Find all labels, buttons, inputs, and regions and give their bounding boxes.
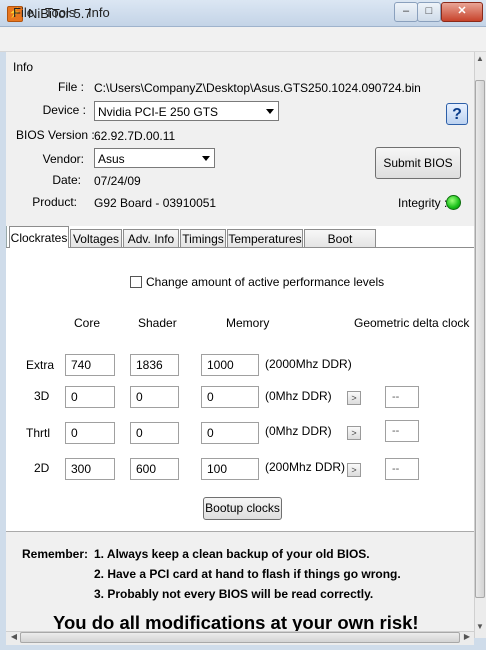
3d-memory-input[interactable]: 0 bbox=[201, 386, 259, 408]
bios-version-value: 62.92.7D.00.11 bbox=[94, 129, 176, 143]
maximize-button[interactable]: □ bbox=[417, 2, 441, 22]
2d-delta-arrow-button[interactable]: > bbox=[347, 463, 361, 477]
row-label-extra: Extra bbox=[26, 358, 55, 372]
menu-tools[interactable]: Tools bbox=[45, 5, 75, 20]
scroll-right-arrow-icon[interactable]: ▶ bbox=[461, 632, 473, 643]
remember-line-3: 3. Probably not every BIOS will be read … bbox=[94, 587, 374, 601]
2d-shader-input[interactable]: 600 bbox=[130, 458, 179, 480]
extra-ddr-label: (2000Mhz DDR) bbox=[265, 357, 352, 371]
menu-file[interactable]: File bbox=[13, 5, 34, 20]
2d-memory-input[interactable]: 100 bbox=[201, 458, 259, 480]
menu-info[interactable]: Info bbox=[88, 5, 110, 20]
extra-memory-input[interactable]: 1000 bbox=[201, 354, 259, 376]
core-header: Core bbox=[74, 316, 101, 330]
info-section-title: Info bbox=[13, 60, 34, 74]
row-label-3d: 3D bbox=[34, 389, 50, 403]
date-label: Date: bbox=[52, 173, 81, 187]
device-select-value: Nvidia PCI-E 250 GTS bbox=[98, 105, 219, 119]
thrtl-memory-input[interactable]: 0 bbox=[201, 422, 259, 444]
scroll-down-arrow-icon[interactable]: ▼ bbox=[475, 622, 485, 634]
thrtl-core-input[interactable]: 0 bbox=[65, 422, 115, 444]
thrtl-shader-input[interactable]: 0 bbox=[130, 422, 179, 444]
thrtl-delta-input[interactable]: -- bbox=[385, 420, 419, 442]
bios-version-label: BIOS Version : bbox=[16, 128, 95, 142]
vendor-select[interactable]: Asus bbox=[94, 148, 215, 168]
3d-core-input[interactable]: 0 bbox=[65, 386, 115, 408]
shader-header: Shader bbox=[138, 316, 177, 330]
vendor-label: Vendor: bbox=[42, 152, 84, 166]
thrtl-ddr-label: (0Mhz DDR) bbox=[265, 424, 332, 438]
tab-adv-info[interactable]: Adv. Info bbox=[123, 229, 179, 247]
tab-timings[interactable]: Timings bbox=[180, 229, 226, 247]
thrtl-delta-arrow-button[interactable]: > bbox=[347, 426, 361, 440]
date-value: 07/24/09 bbox=[94, 174, 141, 188]
file-label: File : bbox=[57, 80, 84, 94]
3d-delta-input[interactable]: -- bbox=[385, 386, 419, 408]
scroll-up-arrow-icon[interactable]: ▲ bbox=[475, 54, 485, 66]
scroll-left-arrow-icon[interactable]: ◀ bbox=[8, 632, 20, 643]
change-levels-checkbox[interactable] bbox=[130, 276, 142, 288]
menu-bar bbox=[0, 27, 486, 52]
row-label-thrtl: Thrtl bbox=[26, 426, 50, 440]
file-path: C:\Users\CompanyZ\Desktop\Asus.GTS250.10… bbox=[94, 81, 421, 95]
tab-boot-settings[interactable]: Boot Settings bbox=[304, 229, 376, 264]
extra-core-input[interactable]: 740 bbox=[65, 354, 115, 376]
device-label: Device : bbox=[42, 103, 86, 117]
product-value: G92 Board - 03910051 bbox=[94, 196, 217, 210]
vendor-select-value: Asus bbox=[98, 152, 125, 166]
integrity-label: Integrity : bbox=[398, 196, 448, 210]
remember-line-1: 1. Always keep a clean backup of your ol… bbox=[94, 547, 370, 561]
2d-core-input[interactable]: 300 bbox=[65, 458, 115, 480]
chevron-down-icon bbox=[266, 109, 274, 114]
close-button[interactable]: ✕ bbox=[441, 2, 483, 22]
tab-temperatures[interactable]: Temperatures bbox=[227, 229, 303, 247]
device-select[interactable]: Nvidia PCI-E 250 GTS bbox=[94, 101, 279, 121]
3d-delta-arrow-button[interactable]: > bbox=[347, 391, 361, 405]
extra-shader-input[interactable]: 1836 bbox=[130, 354, 179, 376]
2d-ddr-label: (200Mhz DDR) bbox=[265, 460, 346, 474]
change-levels-label: Change amount of active performance leve… bbox=[146, 275, 385, 289]
tab-voltages[interactable]: Voltages bbox=[70, 229, 122, 247]
3d-shader-input[interactable]: 0 bbox=[130, 386, 179, 408]
submit-bios-button[interactable]: Submit BIOS bbox=[375, 147, 461, 179]
geometric-delta-header: Geometric delta clock bbox=[354, 316, 470, 330]
remember-label: Remember: bbox=[22, 547, 89, 561]
product-label: Product: bbox=[32, 195, 77, 209]
3d-ddr-label: (0Mhz DDR) bbox=[265, 389, 332, 403]
chevron-down-icon bbox=[202, 156, 210, 161]
integrity-status-icon bbox=[446, 195, 461, 210]
2d-delta-input[interactable]: -- bbox=[385, 458, 419, 480]
tab-clockrates[interactable]: Clockrates bbox=[9, 226, 69, 248]
help-button[interactable]: ? bbox=[446, 103, 468, 125]
vertical-scroll-thumb[interactable] bbox=[475, 80, 485, 598]
remember-line-2: 2. Have a PCI card at hand to flash if t… bbox=[94, 567, 401, 581]
minimize-button[interactable]: – bbox=[394, 2, 418, 22]
horizontal-scroll-thumb[interactable] bbox=[20, 632, 460, 643]
memory-header: Memory bbox=[226, 316, 270, 330]
bootup-clocks-button[interactable]: Bootup clocks bbox=[203, 497, 282, 520]
row-label-2d: 2D bbox=[34, 461, 50, 475]
